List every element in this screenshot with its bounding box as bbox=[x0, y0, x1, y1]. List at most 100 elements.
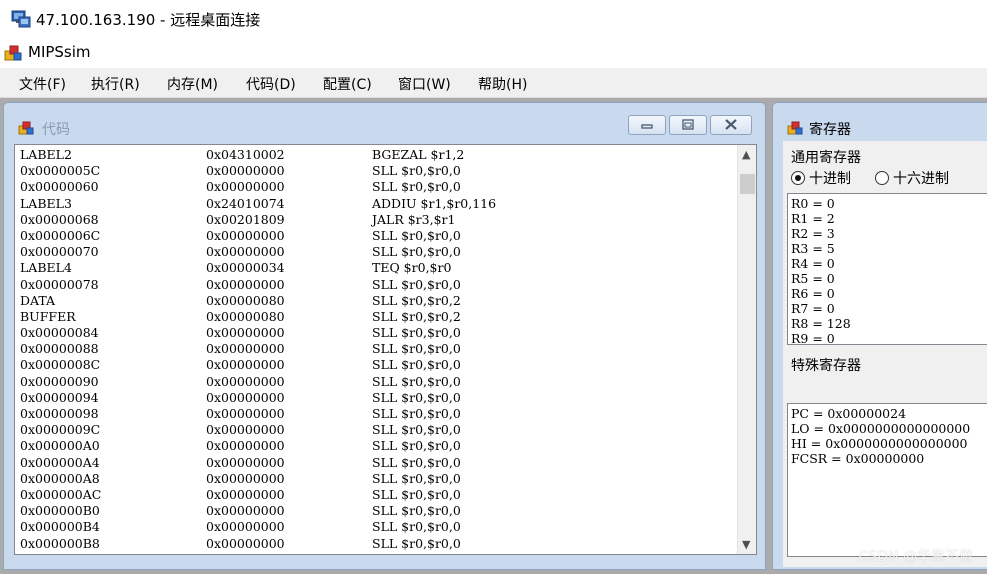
special-register-entry: LO = 0x0000000000000000 bbox=[791, 421, 971, 436]
code-row-label: 0x0000008C bbox=[20, 357, 101, 373]
watermark: CSDN @华章不做 bbox=[858, 549, 973, 565]
code-row-instruction: SLL $r0,$r0,0 bbox=[372, 519, 461, 535]
radio-hex-label: 十六进制 bbox=[893, 171, 949, 187]
close-icon bbox=[725, 119, 737, 130]
code-row-instruction: SLL $r0,$r0,0 bbox=[372, 227, 461, 243]
code-row-hex: 0x00000000 bbox=[206, 454, 285, 470]
code-row-hex: 0x00000000 bbox=[206, 325, 285, 341]
radio-selected-icon bbox=[791, 171, 805, 185]
menu-memory[interactable]: 内存(M) bbox=[167, 74, 218, 94]
menu-bar: 文件(F) 执行(R) 内存(M) 代码(D) 配置(C) 窗口(W) 帮助(H… bbox=[0, 68, 987, 98]
code-window-icon bbox=[18, 121, 34, 135]
code-row-instruction: BGEZAL $r1,2 bbox=[372, 147, 465, 162]
app-icon bbox=[4, 45, 22, 61]
code-row-label: 0x00000070 bbox=[20, 244, 99, 260]
code-row-hex: 0x00000000 bbox=[206, 389, 285, 405]
radio-decimal[interactable]: 十进制 bbox=[791, 168, 851, 188]
remote-desktop-icon bbox=[11, 10, 31, 28]
special-register-entry: FCSR = 0x00000000 bbox=[791, 451, 925, 466]
menu-code[interactable]: 代码(D) bbox=[246, 74, 296, 94]
code-row-hex: 0x00000000 bbox=[206, 357, 285, 373]
code-row-label: 0x000000B0 bbox=[20, 503, 100, 519]
code-row-hex: 0x00000000 bbox=[206, 163, 285, 179]
restore-button[interactable] bbox=[669, 115, 707, 135]
scroll-up-icon[interactable]: ▲ bbox=[742, 148, 750, 161]
remote-desktop-title: 47.100.163.190 - 远程桌面连接 bbox=[36, 11, 261, 29]
special-registers-list[interactable]: PC = 0x00000024 LO = 0x0000000000000000 HI… bbox=[787, 403, 987, 557]
code-row-hex: 0x00000000 bbox=[206, 276, 285, 292]
menu-run[interactable]: 执行(R) bbox=[91, 74, 140, 94]
code-row-hex: 0x00000080 bbox=[206, 292, 285, 308]
code-row-label: 0x000000B8 bbox=[20, 535, 100, 551]
register-window[interactable]: 寄存器 通用寄存器 十进制 十六进制 R0 = 0 R1 = 2 R2 = 3 R3 … bbox=[772, 102, 987, 570]
general-register-entry: R6 = 0 bbox=[791, 286, 835, 301]
register-window-title: 寄存器 bbox=[809, 122, 851, 138]
general-register-entry: R7 = 0 bbox=[791, 301, 835, 316]
scroll-down-icon[interactable]: ▼ bbox=[742, 538, 750, 551]
register-panel: 通用寄存器 十进制 十六进制 R0 = 0 R1 = 2 R2 = 3 R3 = 5R… bbox=[783, 141, 987, 567]
code-row-instruction: SLL $r0,$r0,0 bbox=[372, 276, 461, 292]
scroll-thumb[interactable] bbox=[740, 174, 755, 194]
menu-window[interactable]: 窗口(W) bbox=[398, 74, 451, 94]
remote-desktop-titlebar: 47.100.163.190 - 远程桌面连接 bbox=[0, 0, 987, 38]
code-window[interactable]: 代码 LABEL2 0x04310002 BGEZAL $r1,2 0x0000005… bbox=[3, 102, 766, 570]
vertical-scrollbar[interactable]: ▲ ▼ bbox=[737, 145, 756, 554]
code-row-hex: 0x00000000 bbox=[206, 470, 285, 486]
menu-config[interactable]: 配置(C) bbox=[323, 74, 372, 94]
code-row-hex: 0x00000080 bbox=[206, 308, 285, 324]
code-row-label: 0x000000B4 bbox=[20, 519, 100, 535]
code-row-label: 0x000000A4 bbox=[20, 454, 100, 470]
radio-hex[interactable]: 十六进制 bbox=[875, 168, 949, 188]
code-row-instruction: SLL $r0,$r0,0 bbox=[372, 389, 461, 405]
code-row-hex: 0x00000000 bbox=[206, 341, 285, 357]
radio-decimal-label: 十进制 bbox=[809, 171, 851, 187]
code-row-hex: 0x00000000 bbox=[206, 535, 285, 551]
code-row-label: 0x00000078 bbox=[20, 276, 99, 292]
menu-help[interactable]: 帮助(H) bbox=[478, 74, 527, 94]
code-row-label: 0x00000094 bbox=[20, 389, 99, 405]
code-row-hex: 0x00000000 bbox=[206, 519, 285, 535]
code-row-label: BUFFER bbox=[20, 308, 76, 324]
close-button[interactable] bbox=[710, 115, 752, 135]
code-row-label: DATA bbox=[20, 292, 56, 308]
mdi-area: 代码 LABEL2 0x04310002 BGEZAL $r1,2 0x0000005… bbox=[0, 98, 987, 574]
general-register-entry: R4 = 0 bbox=[791, 256, 835, 271]
minimize-icon bbox=[641, 124, 653, 129]
general-register-entry: R0 = 0 bbox=[791, 196, 835, 211]
code-row-instruction: SLL $r0,$r0,0 bbox=[372, 454, 461, 470]
general-register-entry: R5 = 0 bbox=[791, 271, 835, 286]
code-row-instruction: JALR $r3,$r1 bbox=[372, 211, 456, 227]
code-row-instruction: SLL $r0,$r0,2 bbox=[372, 308, 461, 324]
general-register-entry: R1 = 2 bbox=[791, 211, 835, 226]
app-title: MIPSsim bbox=[28, 43, 91, 61]
code-row-label: LABEL3 bbox=[20, 195, 72, 211]
code-row-hex: 0x00000000 bbox=[206, 503, 285, 519]
menu-file[interactable]: 文件(F) bbox=[19, 74, 66, 94]
special-registers-label: 特殊寄存器 bbox=[791, 358, 861, 374]
code-row-hex: 0x00000000 bbox=[206, 179, 285, 195]
special-register-entry: HI = 0x0000000000000000 bbox=[791, 436, 968, 451]
code-row-instruction: ADDIU $r1,$r0,116 bbox=[372, 195, 497, 211]
code-row-hex: 0x00000000 bbox=[206, 406, 285, 421]
code-row-instruction: SLL $r0,$r0,0 bbox=[372, 503, 461, 519]
code-row-instruction: SLL $r0,$r0,0 bbox=[372, 341, 461, 357]
code-row-label: 0x00000060 bbox=[20, 179, 99, 195]
register-window-icon bbox=[787, 121, 803, 135]
code-row-label: 0x000000AC bbox=[20, 486, 102, 502]
code-row-instruction: SLL $r0,$r0,0 bbox=[372, 438, 461, 454]
code-row-hex: 0x24010074 bbox=[206, 195, 285, 211]
code-row-label: 0x00000088 bbox=[20, 341, 99, 357]
code-row-label: 0x000000A8 bbox=[20, 470, 100, 486]
code-row-instruction: SLL $r0,$r0,0 bbox=[372, 422, 461, 438]
general-register-entry: R8 = 128 bbox=[791, 316, 851, 331]
general-registers-label: 通用寄存器 bbox=[791, 150, 861, 166]
code-row-label: LABEL4 bbox=[20, 260, 72, 276]
minimize-button[interactable] bbox=[628, 115, 666, 135]
general-register-entry: R9 = 0 bbox=[791, 331, 835, 345]
app-titlebar: MIPSsim bbox=[0, 38, 987, 68]
code-listbox[interactable]: LABEL2 0x04310002 BGEZAL $r1,2 0x0000005C 0x… bbox=[14, 144, 757, 555]
code-row-hex: 0x00000000 bbox=[206, 227, 285, 243]
general-registers-list[interactable]: R0 = 0 R1 = 2 R2 = 3 R3 = 5 R4 = 0 R5 = 0 R6 =… bbox=[787, 193, 987, 345]
code-window-title: 代码 bbox=[42, 122, 70, 138]
code-row-hex: 0x00000034 bbox=[206, 260, 285, 276]
